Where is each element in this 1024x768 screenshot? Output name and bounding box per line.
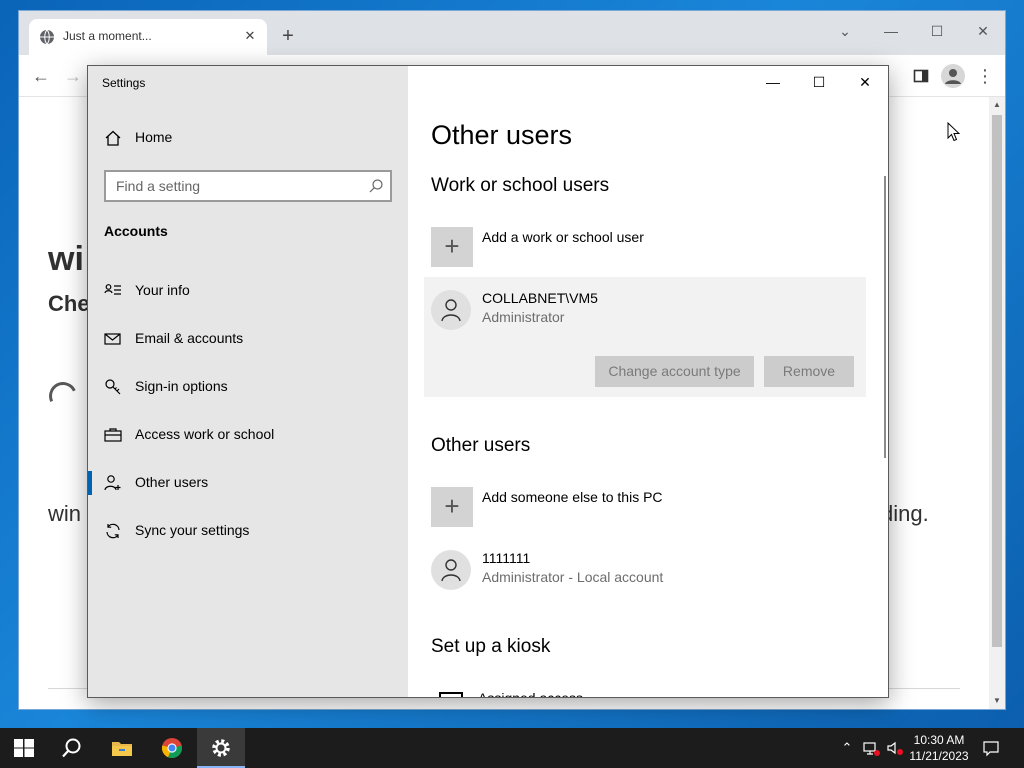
browser-minimize-button[interactable]: — — [869, 17, 913, 45]
local-user-entry[interactable]: 1111111 Administrator - Local account — [431, 550, 861, 596]
change-account-type-button[interactable]: Change account type — [595, 356, 754, 387]
home-icon — [104, 129, 122, 147]
sidebar-item-email-accounts[interactable]: Email & accounts — [88, 322, 408, 356]
sidebar-item-label: Sync your settings — [135, 522, 250, 538]
assigned-access-label[interactable]: Assigned access — [478, 690, 583, 697]
sidebar-item-label: Sign-in options — [135, 378, 228, 394]
settings-window-title: Settings — [102, 76, 146, 90]
sidebar-home-label: Home — [135, 129, 173, 145]
settings-minimize-button[interactable]: — — [750, 66, 796, 98]
content-scrollbar[interactable] — [884, 176, 886, 458]
sidebar-item-home[interactable]: Home — [88, 123, 408, 153]
sidebar-item-label: Your info — [135, 282, 190, 298]
work-user-name: COLLABNET\VM5 — [482, 290, 598, 306]
browser-scroll-thumb[interactable] — [992, 115, 1002, 647]
user-avatar-icon — [431, 290, 471, 330]
forward-arrow-icon[interactable]: → — [61, 64, 85, 88]
profile-avatar-icon[interactable] — [941, 64, 965, 88]
chrome-icon — [161, 738, 183, 759]
browser-tab-strip: Just a moment... ✕ + ⌄ — ☐ ✕ — [19, 11, 1005, 55]
page-subheading-fragment: Che — [48, 291, 90, 316]
settings-sidebar: Settings Home Accounts Your info Email & — [88, 66, 408, 697]
network-icon[interactable] — [862, 739, 880, 757]
sidebar-section-accounts: Accounts — [104, 223, 168, 239]
local-user-role: Administrator - Local account — [482, 569, 664, 585]
briefcase-icon — [104, 426, 122, 444]
settings-search-box[interactable] — [104, 170, 392, 202]
add-work-school-user-label: Add a work or school user — [482, 229, 644, 245]
settings-taskbar-button[interactable] — [197, 728, 245, 768]
person-card-icon — [104, 282, 122, 300]
chevron-up-icon[interactable]: ⌃ — [838, 739, 856, 757]
other-users-heading: Other users — [431, 435, 531, 456]
settings-close-button[interactable]: ✕ — [842, 66, 888, 98]
file-explorer-button[interactable] — [98, 728, 146, 768]
work-user-role: Administrator — [482, 309, 565, 325]
taskbar-search-button[interactable] — [48, 728, 96, 768]
scroll-up-icon[interactable]: ▲ — [989, 97, 1005, 113]
settings-maximize-button[interactable]: ☐ — [796, 66, 842, 98]
sidebar-item-your-info[interactable]: Your info — [88, 274, 408, 308]
kiosk-heading: Set up a kiosk — [431, 636, 551, 657]
search-icon[interactable] — [368, 178, 384, 194]
page-title: Other users — [431, 120, 573, 150]
globe-icon — [39, 29, 55, 45]
add-someone-else-button[interactable]: + Add someone else to this PC — [431, 487, 861, 529]
loading-spinner-icon — [45, 378, 81, 414]
settings-content-pane: — ☐ ✕ Other users Work or school users +… — [408, 66, 888, 697]
clock[interactable]: 10:30 AM 11/21/2023 — [904, 732, 974, 764]
add-someone-else-label: Add someone else to this PC — [482, 489, 663, 505]
remove-button[interactable]: Remove — [764, 356, 854, 387]
gear-icon — [212, 739, 230, 757]
settings-window: Settings Home Accounts Your info Email & — [87, 65, 889, 698]
taskbar: ⌃ 10:30 AM 11/21/2023 — [0, 728, 1024, 768]
scroll-down-icon[interactable]: ▼ — [989, 693, 1005, 709]
browser-maximize-button[interactable]: ☐ — [915, 17, 959, 45]
sidebar-item-other-users[interactable]: Other users — [88, 466, 408, 500]
sync-icon — [104, 522, 122, 540]
key-icon — [104, 378, 122, 396]
envelope-icon — [104, 330, 122, 348]
sidebar-item-access-work-school[interactable]: Access work or school — [88, 418, 408, 452]
browser-tab-title: Just a moment... — [63, 29, 152, 43]
tab-search-icon[interactable]: ⌄ — [823, 17, 867, 45]
plus-icon: + — [431, 487, 473, 527]
browser-tab[interactable]: Just a moment... ✕ — [29, 19, 267, 55]
search-icon — [62, 738, 81, 758]
plus-icon: + — [431, 227, 473, 267]
side-panel-icon[interactable] — [909, 64, 933, 88]
new-tab-button[interactable]: + — [277, 25, 299, 47]
page-text-left-fragment: win — [48, 501, 82, 526]
sidebar-item-label: Other users — [135, 474, 209, 490]
back-arrow-icon[interactable]: ← — [29, 64, 53, 88]
start-button[interactable] — [0, 728, 48, 768]
local-user-name: 1111111 — [482, 550, 531, 566]
clock-date: 11/21/2023 — [909, 749, 969, 763]
work-school-heading: Work or school users — [431, 175, 610, 196]
active-indicator — [88, 471, 92, 495]
browser-menu-icon[interactable]: ⋮ — [973, 64, 997, 88]
work-user-entry[interactable]: COLLABNET\VM5 Administrator — [431, 290, 861, 336]
clock-time: 10:30 AM — [913, 733, 965, 747]
close-tab-icon[interactable]: ✕ — [241, 27, 259, 45]
user-avatar-icon — [431, 550, 471, 590]
chrome-button[interactable] — [148, 728, 196, 768]
kiosk-icon — [439, 692, 463, 697]
mouse-cursor-icon — [947, 121, 961, 142]
sidebar-item-sync-settings[interactable]: Sync your settings — [88, 514, 408, 548]
sidebar-item-label: Email & accounts — [135, 330, 244, 346]
volume-muted-icon[interactable] — [886, 739, 904, 757]
browser-scrollbar[interactable]: ▲ ▼ — [989, 97, 1005, 709]
search-input[interactable] — [106, 172, 361, 200]
add-work-school-user-button[interactable]: + Add a work or school user — [431, 227, 861, 269]
windows-logo-icon — [14, 739, 34, 757]
sidebar-item-label: Access work or school — [135, 426, 275, 442]
folder-icon — [112, 742, 132, 756]
notifications-icon[interactable] — [982, 739, 1000, 757]
person-add-icon — [104, 474, 122, 492]
sidebar-item-sign-in-options[interactable]: Sign-in options — [88, 370, 408, 404]
page-heading-fragment: wi — [48, 240, 84, 278]
browser-close-button[interactable]: ✕ — [961, 17, 1005, 45]
